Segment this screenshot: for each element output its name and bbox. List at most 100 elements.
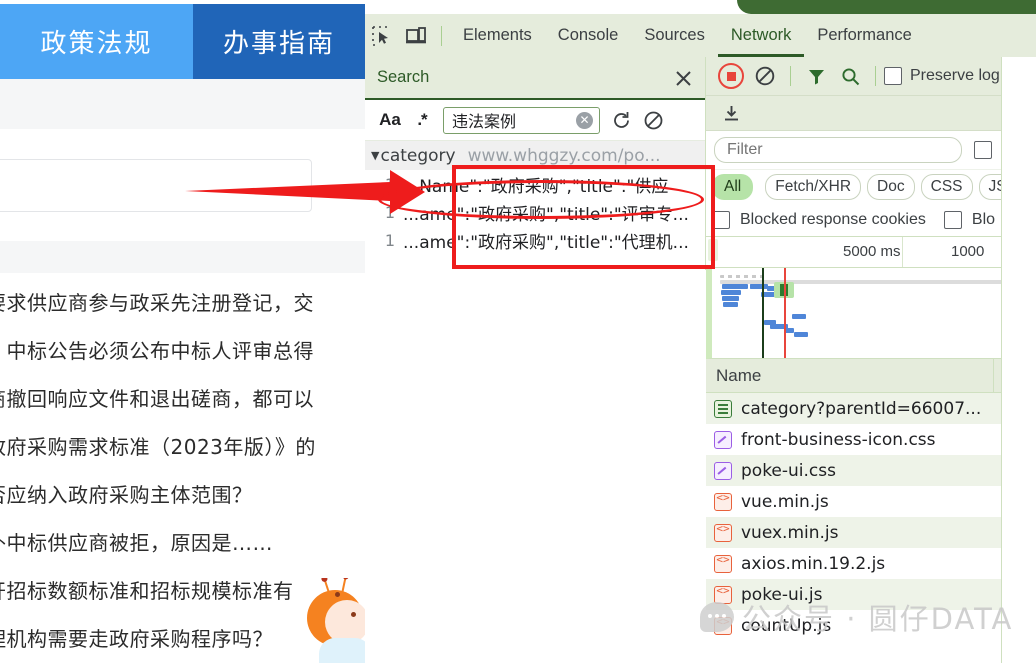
- clear-network-log-icon[interactable]: [748, 59, 782, 93]
- timeline-marker-icon: [708, 239, 718, 261]
- preserve-log-checkbox[interactable]: [884, 67, 902, 85]
- tab-network[interactable]: Network: [718, 14, 805, 57]
- tab-sources[interactable]: Sources: [631, 14, 718, 57]
- table-row[interactable]: vuex.min.js: [706, 517, 1036, 548]
- type-filter-fetch-xhr[interactable]: Fetch/XHR: [765, 174, 862, 200]
- blocked-response-cookies-label: Blocked response cookies: [740, 211, 926, 228]
- toolbar-separator: [875, 66, 876, 86]
- toolbar-separator: [441, 25, 442, 46]
- request-name: category?parentId=66007...: [741, 398, 982, 419]
- resource-type-filters: All Fetch/XHR Doc CSS JS Fo: [706, 170, 1036, 204]
- search-input[interactable]: [450, 109, 572, 131]
- script-icon: [714, 522, 732, 542]
- blocked-requests-checkbox[interactable]: [943, 211, 962, 229]
- list-item[interactable]: 商撤回响应文件和退出磋商，都可以: [0, 383, 314, 412]
- load-event-line: [784, 268, 786, 358]
- list-item[interactable]: 开招标数额标准和招标规模标准有: [0, 575, 294, 604]
- search-results-list: ▼ category www.whggzy.com/po... 1 ...Nam…: [365, 141, 705, 269]
- table-row[interactable]: poke-ui.css: [706, 455, 1036, 486]
- network-overview-graph[interactable]: [706, 268, 1036, 359]
- chat-bubble-icon: [700, 602, 734, 632]
- search-drawer: Search Aa .* ✕: [365, 57, 706, 270]
- search-result-row[interactable]: 1 ...Name":"政府采购","title":"供应: [365, 170, 705, 198]
- document-icon: [714, 399, 732, 418]
- list-item[interactable]: 补中标供应商被拒，原因是……: [0, 527, 273, 556]
- page-search-box[interactable]: [0, 159, 312, 212]
- script-icon: [714, 491, 732, 511]
- cookie-filter-row: Blocked response cookies Blo: [706, 204, 1036, 237]
- request-name: poke-ui.css: [741, 460, 836, 481]
- device-toolbar-icon[interactable]: [399, 19, 433, 53]
- page-strip-upper: [0, 79, 365, 129]
- network-details-placeholder: [1001, 57, 1036, 663]
- search-drawer-title: Search: [377, 68, 430, 86]
- site-nav-bar: 政策法规 办事指南: [0, 4, 365, 79]
- table-row[interactable]: front-business-icon.css: [706, 424, 1036, 455]
- request-name: vuex.min.js: [741, 522, 839, 543]
- filter-input[interactable]: [725, 140, 962, 160]
- inspect-element-icon[interactable]: [365, 19, 399, 53]
- search-icon[interactable]: [833, 59, 867, 93]
- filter-input-wrapper[interactable]: [714, 137, 963, 163]
- table-row[interactable]: category?parentId=66007...: [706, 393, 1036, 424]
- record-button[interactable]: [714, 59, 748, 93]
- list-item[interactable]: 理机构需要走政府采购程序吗？: [0, 623, 273, 652]
- refresh-icon[interactable]: [606, 106, 636, 134]
- tab-elements[interactable]: Elements: [450, 14, 545, 57]
- script-icon: [714, 553, 732, 573]
- stylesheet-icon: [714, 461, 732, 480]
- clear-results-icon[interactable]: [638, 106, 668, 134]
- network-toolbar-secondary: [706, 96, 1036, 131]
- tab-performance[interactable]: Performance: [804, 14, 924, 57]
- type-filter-all[interactable]: All: [712, 174, 754, 200]
- table-row[interactable]: vue.min.js: [706, 486, 1036, 517]
- timeline-axis: 5000 ms 1000: [706, 237, 1036, 268]
- search-input-wrapper[interactable]: ✕: [443, 106, 600, 134]
- caret-down-icon[interactable]: ▼: [371, 149, 379, 162]
- match-text: ...Name":"政府采购","title":"供应: [403, 176, 669, 197]
- filter-icon[interactable]: [799, 59, 833, 93]
- list-item[interactable]: 要求供应商参与政采先注册登记，交: [0, 287, 314, 316]
- request-name: vue.min.js: [741, 491, 829, 512]
- search-drawer-header: Search: [365, 57, 705, 100]
- match-count: 1: [384, 202, 395, 222]
- regex-icon[interactable]: .*: [407, 106, 437, 134]
- watermark-text: 公众号 · 圆仔DATA: [742, 602, 1014, 636]
- column-header-name[interactable]: Name: [716, 366, 761, 386]
- clear-search-icon[interactable]: ✕: [576, 111, 593, 129]
- close-icon[interactable]: [669, 64, 697, 92]
- network-toolbar: Preserve log: [706, 57, 1036, 96]
- match-case-icon[interactable]: Aa: [375, 106, 405, 134]
- search-result-group[interactable]: ▼ category www.whggzy.com/po...: [365, 141, 705, 170]
- table-row[interactable]: axios.min.19.2.js: [706, 548, 1036, 579]
- timeline-tick-label: 5000 ms: [843, 243, 901, 260]
- requests-table-header: Name: [706, 359, 1036, 393]
- type-filter-css[interactable]: CSS: [920, 174, 973, 200]
- search-result-row[interactable]: 1 ...ame":"政府采购","title":"代理机...: [365, 226, 705, 254]
- browser-active-tab-shape: [737, 0, 1036, 14]
- search-group-url: www.whggzy.com/po...: [467, 145, 661, 166]
- network-panel: Preserve log Inver All Fetch/XHR Doc CSS: [706, 57, 1036, 663]
- watermark: 公众号 · 圆仔DATA: [700, 596, 1013, 638]
- nav-item-policy-regulations[interactable]: 政策法规: [0, 4, 193, 79]
- devtools-panel: Elements Console Sources Network Perform…: [365, 0, 1036, 663]
- devtools-tab-bar: Elements Console Sources Network Perform…: [365, 14, 1036, 58]
- tab-console[interactable]: Console: [545, 14, 632, 57]
- match-count: 1: [384, 174, 395, 194]
- search-result-row[interactable]: 1 ...ame":"政府采购","title":"评审专...: [365, 198, 705, 226]
- timeline-tick-label: 1000: [951, 243, 985, 260]
- list-item[interactable]: 政府采购需求标准（2023年版）》的: [0, 431, 316, 460]
- list-item[interactable]: ：中标公告必须公布中标人评审总得: [0, 335, 314, 364]
- preserve-log-label: Preserve log: [910, 67, 1000, 84]
- network-filter-row: Inver: [706, 131, 1036, 170]
- search-toolbar: Aa .* ✕: [365, 100, 705, 141]
- match-text: ...ame":"政府采购","title":"评审专...: [403, 204, 689, 225]
- blocked-response-cookies-checkbox[interactable]: [712, 211, 730, 229]
- toolbar-separator: [790, 66, 791, 86]
- list-item[interactable]: 否应纳入政府采购主体范围？: [0, 479, 253, 508]
- nav-item-service-guide[interactable]: 办事指南: [193, 4, 365, 79]
- stylesheet-icon: [714, 430, 732, 449]
- invert-checkbox[interactable]: [974, 141, 993, 159]
- import-har-icon[interactable]: [714, 96, 748, 130]
- type-filter-doc[interactable]: Doc: [867, 174, 915, 200]
